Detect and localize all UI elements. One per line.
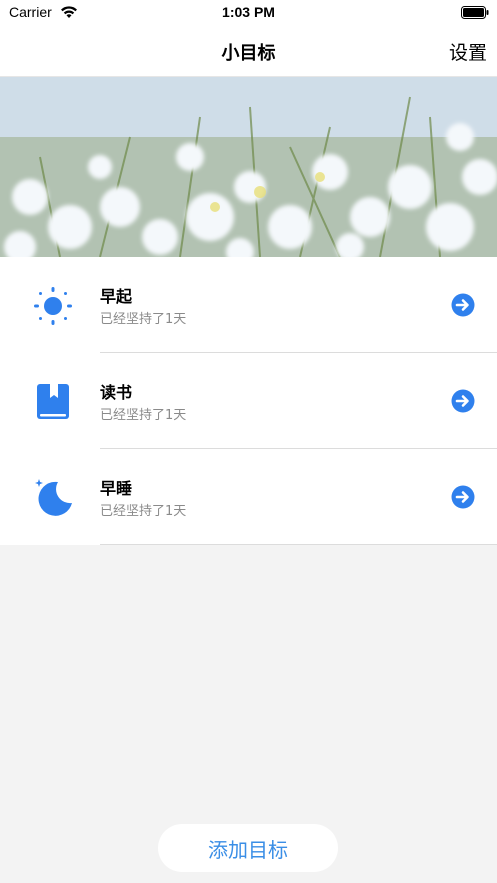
goal-name: 读书	[100, 383, 133, 402]
book-icon	[37, 384, 69, 419]
status-time: 1:03 PM	[222, 4, 275, 20]
arrow-right-icon[interactable]	[451, 293, 475, 317]
settings-button[interactable]: 设置	[449, 38, 487, 65]
sun-icon	[34, 287, 72, 325]
goal-row-reading[interactable]: 读书 已经坚持了1天	[0, 353, 497, 449]
goal-streak: 已经坚持了1天	[100, 504, 187, 519]
moon-icon	[35, 479, 72, 516]
divider	[100, 544, 497, 545]
navigation-bar: 小目标 设置	[0, 26, 497, 77]
arrow-right-icon[interactable]	[451, 389, 475, 413]
goal-name: 早起	[100, 287, 133, 306]
goal-streak: 已经坚持了1天	[100, 408, 187, 423]
battery-icon	[461, 6, 489, 19]
goal-row-early-sleep[interactable]: 早睡 已经坚持了1天	[0, 449, 497, 545]
add-goal-button[interactable]: 添加目标	[158, 824, 338, 872]
status-bar: Carrier 1:03 PM	[0, 0, 497, 26]
goal-row-early-rise[interactable]: 早起 已经坚持了1天	[0, 257, 497, 353]
hero-image	[0, 77, 497, 257]
goal-list: 早起 已经坚持了1天 读书 已经坚持了1天 早睡 已经坚持了1天	[0, 257, 497, 545]
page-title: 小目标	[221, 43, 276, 64]
goal-name: 早睡	[100, 479, 133, 498]
arrow-right-icon[interactable]	[451, 485, 475, 509]
goal-streak: 已经坚持了1天	[100, 312, 187, 327]
